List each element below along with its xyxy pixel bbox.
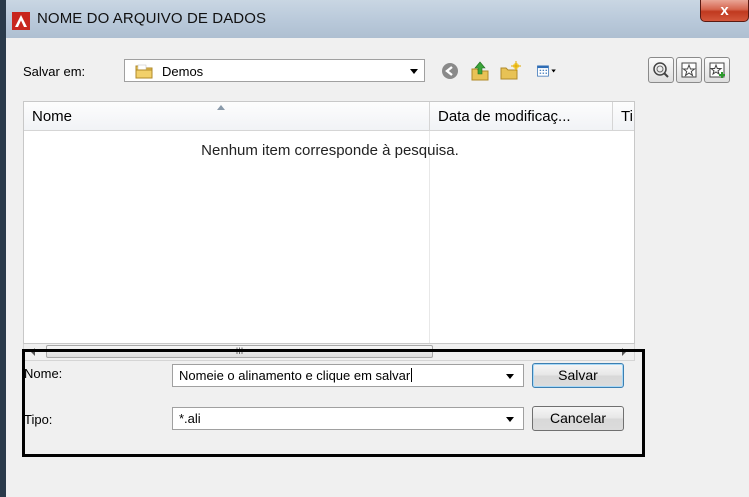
window-title: NOME DO ARQUIVO DE DADOS — [37, 10, 267, 27]
title-bar: NOME DO ARQUIVO DE DADOS x — [6, 0, 749, 38]
chevron-down-icon[interactable] — [506, 374, 514, 379]
save-in-value: Demos — [162, 64, 204, 79]
file-name-label: Nome: — [24, 366, 63, 381]
file-name-value: Nomeie o alinamento e clique em salvar — [179, 368, 411, 383]
chevron-down-icon[interactable] — [506, 417, 514, 422]
sort-ascending-icon — [217, 105, 225, 110]
chevron-down-icon[interactable] — [410, 69, 418, 74]
search-web-icon[interactable] — [648, 57, 674, 83]
save-in-combo[interactable]: Demos — [124, 59, 425, 82]
save-in-label: Salvar em: — [23, 64, 86, 79]
column-label: Nome — [32, 108, 73, 125]
favorites-icon[interactable] — [676, 57, 702, 83]
add-favorite-icon[interactable] — [704, 57, 730, 83]
app-logo-icon — [12, 12, 30, 30]
file-list[interactable]: Nome Data de modificaç... Ti Nenhum item… — [23, 101, 635, 344]
new-folder-icon[interactable] — [499, 60, 521, 82]
back-icon[interactable] — [439, 60, 461, 82]
column-label: Ti — [621, 108, 633, 125]
column-header-type[interactable]: Ti — [613, 102, 634, 131]
file-type-label: Tipo: — [24, 412, 53, 427]
up-folder-icon[interactable] — [469, 60, 491, 82]
save-button[interactable]: Salvar — [532, 363, 624, 388]
file-type-value: *.ali — [179, 411, 201, 426]
column-divider — [429, 131, 430, 343]
text-caret — [411, 368, 413, 382]
close-button[interactable]: x — [700, 0, 749, 22]
empty-message: Nenhum item corresponde à pesquisa. — [201, 142, 459, 159]
file-name-input[interactable]: Nomeie o alinamento e clique em salvar — [172, 364, 524, 387]
column-label: Data de modificaç... — [438, 108, 571, 125]
view-menu-icon[interactable] — [536, 60, 558, 82]
column-header-name[interactable]: Nome — [24, 102, 430, 131]
column-header-date[interactable]: Data de modificaç... — [430, 102, 613, 131]
file-type-select[interactable]: *.ali — [172, 407, 524, 430]
save-dialog: Salvar em: Demos Nome Data de modificaç.… — [6, 38, 749, 497]
cancel-button[interactable]: Cancelar — [532, 406, 624, 431]
folder-icon — [135, 64, 153, 79]
